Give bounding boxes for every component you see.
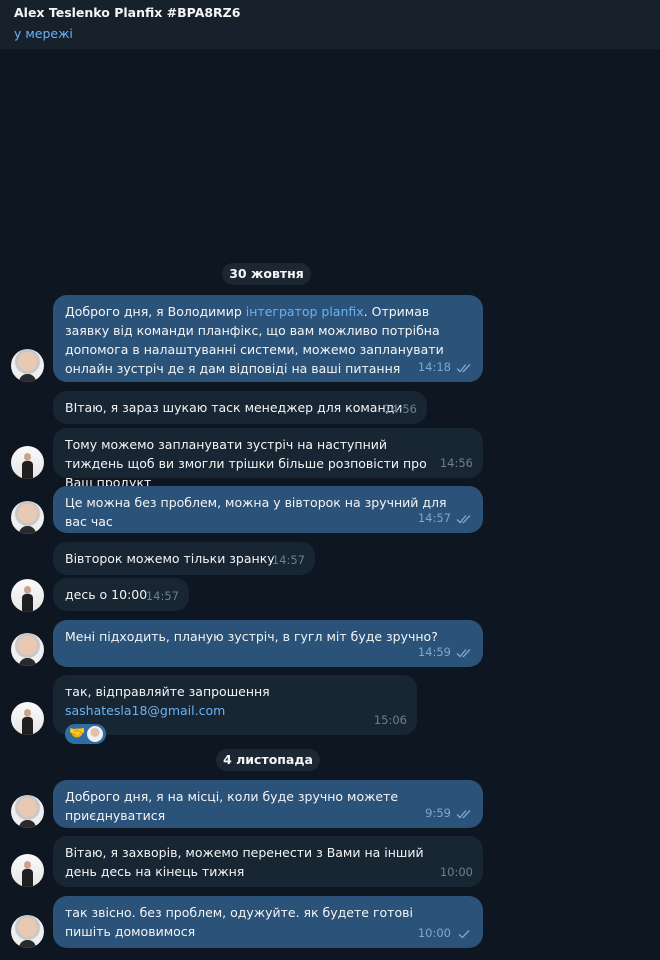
message-text: Мені підходить, планую зустріч, в гугл м… [65, 629, 438, 644]
message-bubble[interactable]: так звісно. без проблем, одужуйте. як бу… [53, 896, 483, 948]
chat-header[interactable]: Alex Teslenko Planfix #BPA8RZ6 у мережі [0, 0, 660, 50]
message-bubble[interactable]: Мені підходить, планую зустріч, в гугл м… [53, 620, 483, 667]
message-time: 14:57 [271, 553, 305, 567]
message-time: 14:57 [417, 511, 451, 525]
message-bubble[interactable]: Вівторок можемо тільки зранку 14:57 [53, 542, 315, 575]
email-link[interactable]: sashatesla18@gmail.com [65, 703, 225, 718]
message-meta: 14:56 [384, 400, 417, 419]
message-list[interactable]: 30 жовтня Доброго дня, я Володимир інтег… [0, 51, 660, 960]
message-text: Тому можемо запланувати зустріч на насту… [65, 437, 427, 490]
avatar[interactable] [11, 501, 44, 534]
avatar[interactable] [11, 795, 44, 828]
message-bubble[interactable]: так, відправляйте запрошення sashatesla1… [53, 675, 417, 744]
message-time: 10:00 [439, 865, 473, 879]
message-time: 15:06 [373, 713, 407, 727]
avatar[interactable] [11, 579, 44, 612]
single-check-icon [458, 929, 470, 938]
message-text: Це можна без проблем, можна у вівторок н… [65, 495, 447, 529]
avatar[interactable] [11, 349, 44, 382]
message-meta: 10:00 [440, 863, 473, 882]
message-meta: 10:00 [418, 924, 473, 943]
message-meta: 14:59 [418, 643, 473, 662]
message-bubble[interactable]: десь о 10:00 14:57 [53, 578, 189, 611]
message-meta: 14:57 [146, 587, 179, 606]
double-check-icon [456, 363, 471, 372]
message-text: Вівторок можемо тільки зранку [65, 551, 275, 566]
message-meta: 14:57 [418, 509, 473, 528]
date-separator: 4 листопада [216, 749, 320, 771]
message-bubble[interactable]: Це можна без проблем, можна у вівторок н… [53, 486, 483, 533]
message-time: 14:56 [439, 456, 473, 470]
double-check-icon [456, 809, 471, 818]
message-link[interactable]: інтегратор planfix [246, 304, 364, 319]
message-text: Доброго дня, я Володимир інтегратор plan… [65, 304, 444, 376]
message-time: 14:59 [417, 645, 451, 659]
message-meta: 14:57 [272, 551, 305, 570]
double-check-icon [456, 648, 471, 657]
message-bubble[interactable]: ВІтаю, я зараз шукаю таск менеджер для к… [53, 391, 427, 424]
message-time: 14:57 [145, 589, 179, 603]
message-meta: 15:06 [374, 711, 407, 730]
handshake-icon: 🤝 [69, 726, 86, 741]
message-text: ВІтаю, я зараз шукаю таск менеджер для к… [65, 400, 403, 415]
online-status: у мережі [14, 26, 73, 41]
double-check-icon [456, 514, 471, 523]
message-time: 14:18 [417, 360, 451, 374]
message-meta: 9:59 [425, 804, 473, 823]
message-time: 14:56 [383, 402, 417, 416]
avatar[interactable] [11, 446, 44, 479]
message-bubble[interactable]: Доброго дня, я Володимир інтегратор plan… [53, 295, 483, 382]
message-text: Вітаю, я захворів, можемо перенести з Ва… [65, 845, 424, 879]
reaction-avatar [87, 726, 104, 742]
reactions[interactable]: 🤝 [65, 724, 405, 744]
chat-title: Alex Teslenko Planfix #BPA8RZ6 [14, 5, 241, 20]
message-meta: 14:18 [418, 358, 473, 377]
avatar[interactable] [11, 702, 44, 735]
avatar[interactable] [11, 633, 44, 666]
message-time: 10:00 [417, 926, 451, 940]
avatar[interactable] [11, 854, 44, 887]
message-bubble[interactable]: Доброго дня, я на місці, коли буде зручн… [53, 780, 483, 828]
message-bubble[interactable]: Тому можемо запланувати зустріч на насту… [53, 428, 483, 490]
reaction-chip[interactable]: 🤝 [65, 724, 107, 744]
message-time: 9:59 [425, 806, 451, 820]
message-text: так звісно. без проблем, одужуйте. як бу… [65, 905, 413, 939]
message-bubble[interactable]: Вітаю, я захворів, можемо перенести з Ва… [53, 836, 483, 887]
message-text: Доброго дня, я на місці, коли буде зручн… [65, 789, 399, 823]
message-text: так, відправляйте запрошення sashatesla1… [65, 684, 270, 718]
avatar[interactable] [11, 915, 44, 948]
message-meta: 14:56 [440, 454, 473, 473]
date-separator: 30 жовтня [222, 263, 311, 285]
